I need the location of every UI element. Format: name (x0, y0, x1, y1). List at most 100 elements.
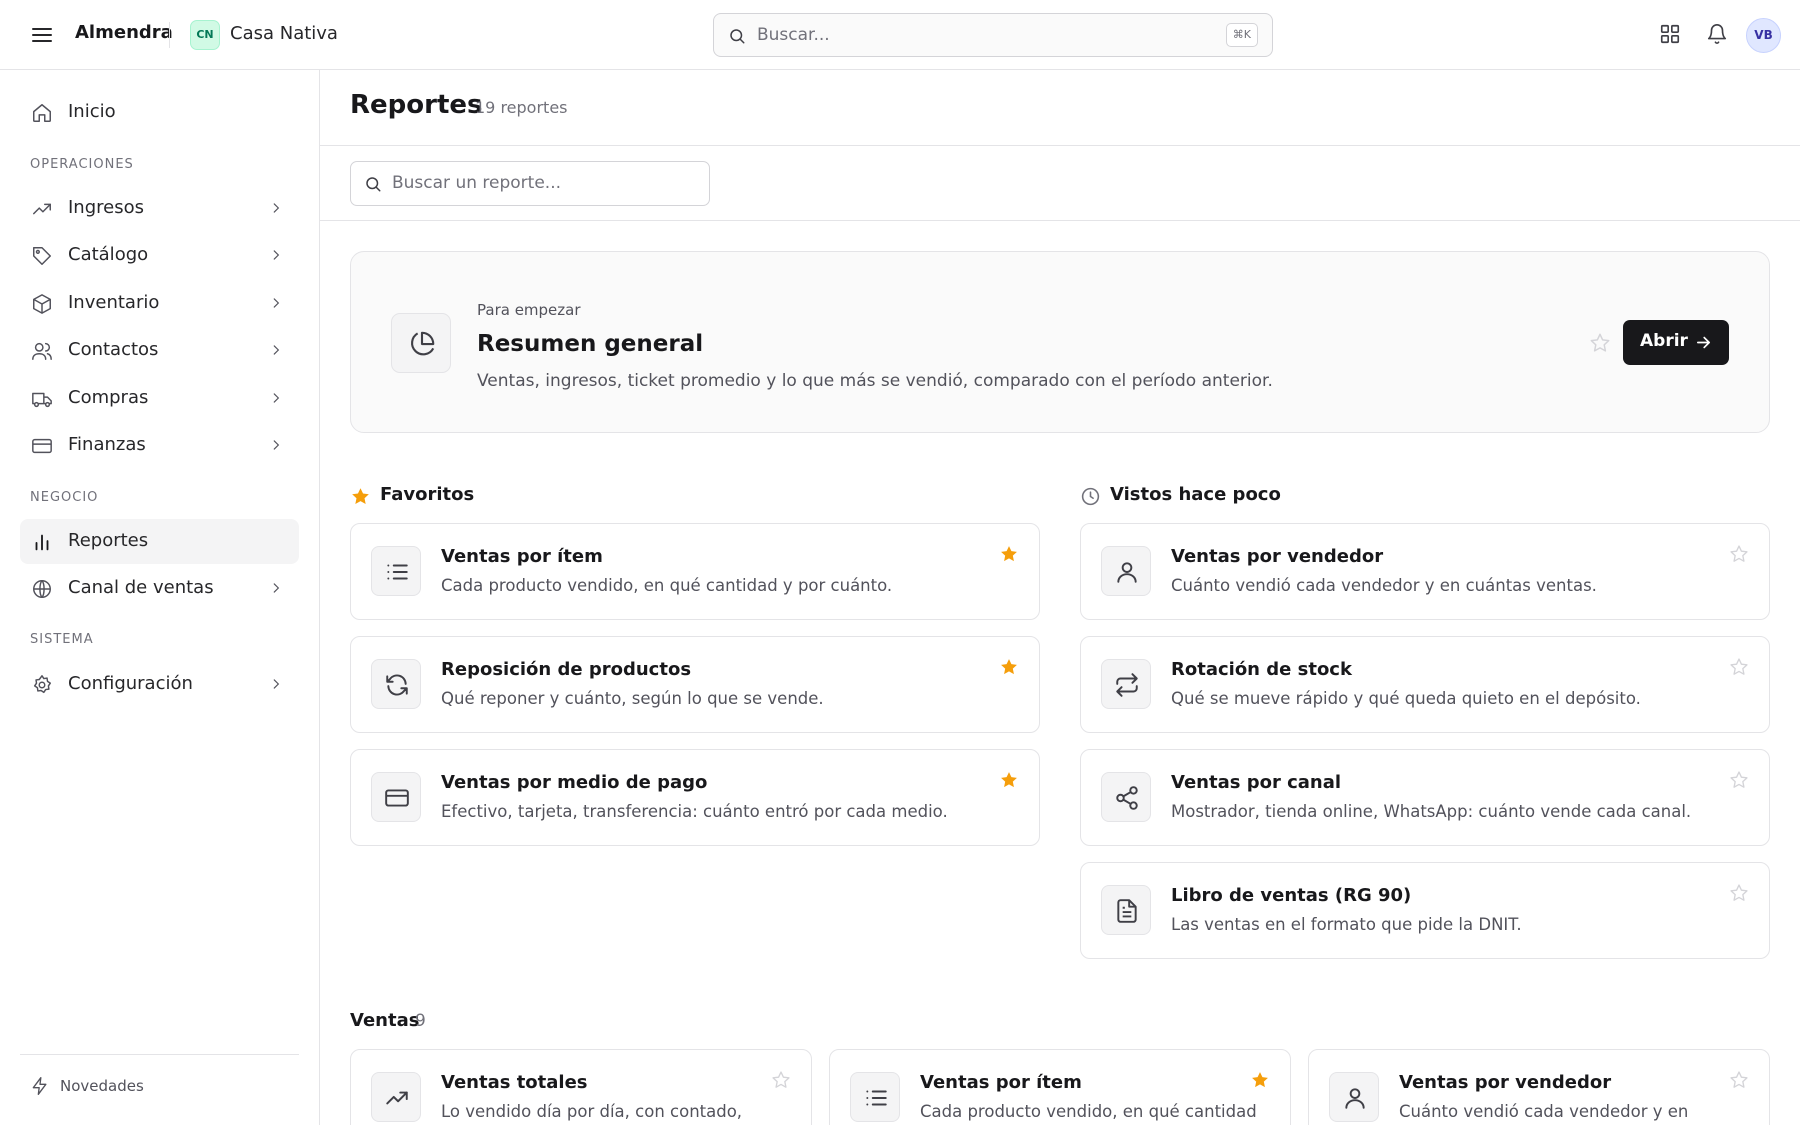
user-avatar[interactable]: VB (1746, 18, 1781, 53)
list-icon (850, 1072, 900, 1122)
report-description: Cada producto vendido, en qué cantidad (920, 1102, 1257, 1121)
report-title: Rotación de stock (1171, 659, 1352, 680)
star-icon (350, 486, 371, 507)
chevron-right-icon (269, 248, 283, 262)
report-search-input[interactable]: Buscar un reporte... (350, 161, 710, 206)
star-icon[interactable] (999, 544, 1019, 564)
report-card[interactable]: Rotación de stock Qué se mueve rápido y … (1080, 636, 1770, 733)
category-count: 9 (415, 1011, 426, 1031)
user-icon (1329, 1072, 1379, 1122)
sidebar-item-label: Inventario (68, 292, 160, 313)
star-icon[interactable] (1729, 770, 1749, 790)
arrow-right-icon (1695, 334, 1712, 351)
sidebar-item-finanzas[interactable]: Finanzas (20, 423, 299, 468)
trending-up-icon (371, 1072, 421, 1122)
list-icon (371, 546, 421, 596)
store-name[interactable]: Casa Nativa (230, 23, 338, 44)
star-icon[interactable] (999, 657, 1019, 677)
sidebar-item-contactos[interactable]: Contactos (20, 328, 299, 373)
app-name[interactable]: Almendra (75, 22, 173, 43)
report-card[interactable]: Libro de ventas (RG 90) Las ventas en el… (1080, 862, 1770, 959)
apps-grid-icon[interactable] (1659, 23, 1681, 45)
search-placeholder: Buscar... (757, 25, 830, 45)
report-card[interactable]: Ventas por ítem Cada producto vendido, e… (829, 1049, 1291, 1125)
sidebar-item-catalogo[interactable]: Catálogo (20, 233, 299, 278)
category-title: Ventas (350, 1010, 420, 1031)
star-icon[interactable] (1589, 332, 1611, 354)
star-icon[interactable] (1729, 544, 1749, 564)
box-icon (31, 293, 53, 315)
star-icon[interactable] (1729, 1070, 1749, 1090)
share-icon (1101, 772, 1151, 822)
report-description: Cuánto vendió cada vendedor y en cuántas… (1171, 576, 1597, 595)
menu-icon[interactable] (30, 24, 54, 46)
report-title: Ventas totales (441, 1072, 588, 1093)
report-description: Mostrador, tienda online, WhatsApp: cuán… (1171, 802, 1692, 821)
credit-card-icon (371, 772, 421, 822)
refresh-icon (371, 659, 421, 709)
star-icon[interactable] (771, 1070, 791, 1090)
section-label: NEGOCIO (30, 490, 99, 505)
clock-icon (1080, 486, 1101, 507)
report-description: Qué se mueve rápido y qué queda quieto e… (1171, 689, 1641, 708)
repeat-icon (1101, 659, 1151, 709)
users-icon (31, 340, 53, 362)
sidebar-item-inventario[interactable]: Inventario (20, 281, 299, 326)
sidebar-item-configuracion[interactable]: Configuración (20, 662, 299, 707)
chevron-right-icon (269, 391, 283, 405)
search-placeholder: Buscar un reporte... (392, 173, 561, 193)
report-card[interactable]: Ventas totales Lo vendido día por día, c… (350, 1049, 812, 1125)
sidebar-item-inicio[interactable]: Inicio (20, 90, 299, 135)
chevron-right-icon (269, 201, 283, 215)
report-card[interactable]: Ventas por ítem Cada producto vendido, e… (350, 523, 1040, 620)
open-button[interactable]: Abrir (1623, 320, 1729, 365)
chevron-right-icon (269, 581, 283, 595)
report-description: Qué reponer y cuánto, según lo que se ve… (441, 689, 824, 708)
star-icon[interactable] (999, 770, 1019, 790)
section-label: OPERACIONES (30, 157, 134, 172)
sidebar-item-ingresos[interactable]: Ingresos (20, 186, 299, 231)
bar-chart-icon (31, 531, 53, 553)
pie-chart-icon (391, 313, 451, 373)
report-title: Ventas por vendedor (1171, 546, 1384, 567)
sidebar-item-label: Ingresos (68, 197, 144, 218)
star-icon[interactable] (1729, 657, 1749, 677)
sidebar-item-canal-de-ventas[interactable]: Canal de ventas (20, 566, 299, 611)
report-card[interactable]: Ventas por medio de pago Efectivo, tarje… (350, 749, 1040, 846)
divider (20, 1054, 299, 1055)
report-card[interactable]: Reposición de productos Qué reponer y cu… (350, 636, 1040, 733)
report-description: Efectivo, tarjeta, transferencia: cuánto… (441, 802, 948, 821)
report-card[interactable]: Ventas por vendedor Cuánto vendió cada v… (1308, 1049, 1770, 1125)
bell-icon[interactable] (1706, 23, 1728, 45)
truck-icon (31, 388, 53, 410)
news-label: Novedades (60, 1077, 144, 1095)
report-title: Ventas por vendedor (1399, 1072, 1612, 1093)
report-card[interactable]: Ventas por vendedor Cuánto vendió cada v… (1080, 523, 1770, 620)
sidebar-item-label: Catálogo (68, 244, 149, 265)
featured-report-card[interactable]: Para empezar Resumen general Ventas, ing… (350, 251, 1770, 433)
report-description: Cuánto vendió cada vendedor y en (1399, 1102, 1689, 1121)
store-badge[interactable]: CN (190, 20, 220, 50)
report-card[interactable]: Ventas por canal Mostrador, tienda onlin… (1080, 749, 1770, 846)
star-icon[interactable] (1250, 1070, 1270, 1090)
sidebar-item-label: Inicio (68, 101, 116, 122)
star-icon[interactable] (1729, 883, 1749, 903)
open-button-label: Abrir (1640, 331, 1688, 351)
filter-bar: Buscar un reporte... (320, 146, 1800, 221)
report-description: Las ventas en el formato que pide la DNI… (1171, 915, 1522, 934)
section-label: SISTEMA (30, 632, 94, 647)
settings-icon (31, 674, 53, 696)
page-header: Reportes 19 reportes (320, 70, 1800, 146)
global-search-input[interactable]: Buscar... ⌘K (713, 13, 1273, 57)
sidebar-item-compras[interactable]: Compras (20, 376, 299, 421)
sidebar: Inicio OPERACIONES Ingresos Catálogo Inv… (0, 70, 320, 1125)
report-title: Ventas por ítem (920, 1072, 1082, 1093)
page-title: Reportes (350, 90, 483, 120)
report-title: Reposición de productos (441, 659, 692, 680)
report-title: Ventas por ítem (441, 546, 603, 567)
home-icon (31, 102, 53, 124)
file-text-icon (1101, 885, 1151, 935)
hero-title: Resumen general (477, 331, 704, 357)
sidebar-item-reportes[interactable]: Reportes (20, 519, 299, 564)
top-bar: Almendra CN Casa Nativa Buscar... ⌘K VB (0, 0, 1800, 70)
